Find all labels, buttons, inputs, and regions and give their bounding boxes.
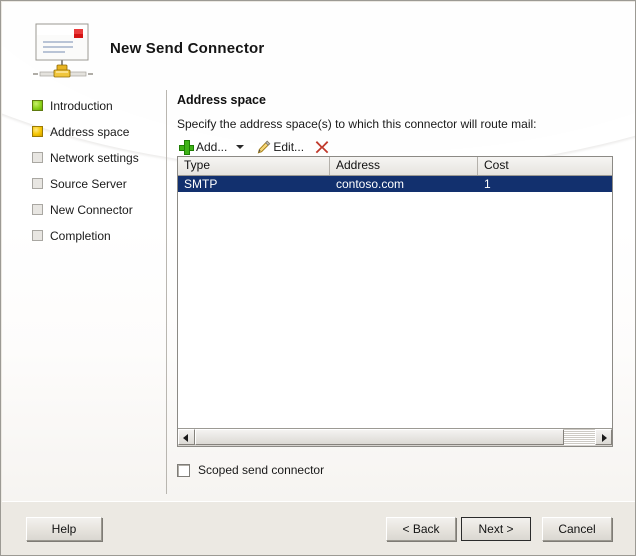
sidebar-item-network-settings[interactable]: Network settings — [32, 149, 139, 166]
scoped-send-connector-label: Scoped send connector — [198, 463, 325, 477]
chevron-down-icon[interactable] — [234, 137, 246, 157]
status-amber-square-icon — [32, 126, 43, 137]
section-title: Address space — [177, 93, 266, 107]
sidebar-item-label: Introduction — [50, 98, 113, 113]
red-x-icon[interactable] — [314, 139, 330, 155]
wizard-upper-panel: New Send Connector Introduction Address … — [2, 2, 635, 501]
sidebar-item-new-connector[interactable]: New Connector — [32, 201, 133, 218]
new-send-connector-wizard: New Send Connector Introduction Address … — [0, 0, 636, 556]
sidebar-item-address-space[interactable]: Address space — [32, 123, 129, 140]
column-header-cost[interactable]: Cost — [478, 157, 612, 175]
status-empty-square-icon — [32, 204, 43, 215]
sidebar-item-label: Address space — [50, 124, 130, 139]
sidebar-item-label: Network settings — [50, 150, 139, 165]
scoped-send-connector-checkbox[interactable] — [177, 463, 190, 477]
sidebar-divider — [166, 90, 167, 494]
page-title: New Send Connector — [110, 40, 265, 57]
sidebar-item-completion[interactable]: Completion — [32, 227, 111, 244]
send-connector-icon — [32, 22, 94, 82]
scrollbar-thumb[interactable] — [195, 429, 564, 445]
status-green-square-icon — [32, 100, 43, 111]
status-empty-square-icon — [32, 230, 43, 241]
edit-button-label: Edit... — [273, 140, 305, 154]
wizard-footer: Help < Back Next > Cancel — [2, 501, 635, 555]
scroll-right-arrow-icon[interactable] — [595, 429, 612, 445]
sidebar-item-label: Source Server — [50, 176, 127, 191]
help-button[interactable]: Help — [26, 517, 102, 541]
green-plus-icon — [179, 139, 194, 155]
edit-button[interactable]: Edit... — [254, 137, 306, 157]
scroll-left-arrow-icon[interactable] — [178, 429, 195, 445]
instruction-text: Specify the address space(s) to which th… — [177, 117, 537, 131]
status-empty-square-icon — [32, 152, 43, 163]
address-space-toolbar: Add... Edit... — [177, 136, 330, 158]
back-button[interactable]: < Back — [386, 517, 456, 541]
cancel-button[interactable]: Cancel — [542, 517, 612, 541]
pencil-icon — [256, 140, 271, 155]
wizard-steps-sidebar: Introduction Address space Network setti… — [2, 90, 166, 494]
column-header-address[interactable]: Address — [330, 157, 478, 175]
cell-cost: 1 — [484, 177, 491, 191]
sidebar-item-label: Completion — [50, 228, 111, 243]
sidebar-item-label: New Connector — [50, 202, 133, 217]
status-empty-square-icon — [32, 178, 43, 189]
table-row[interactable]: SMTP contoso.com 1 — [178, 176, 612, 192]
add-button-label: Add... — [196, 140, 228, 154]
address-space-list[interactable]: Type Address Cost SMTP contoso.com 1 — [177, 156, 613, 447]
scoped-send-connector-row[interactable]: Scoped send connector — [177, 462, 324, 478]
scrollbar-track[interactable] — [195, 429, 595, 445]
cell-type: SMTP — [184, 177, 218, 191]
horizontal-scrollbar[interactable] — [178, 428, 612, 446]
column-header-type[interactable]: Type — [178, 157, 330, 175]
add-button[interactable]: Add... — [177, 137, 229, 157]
wizard-header: New Send Connector — [2, 2, 635, 90]
table-header-row: Type Address Cost — [178, 157, 612, 176]
next-button[interactable]: Next > — [461, 517, 531, 541]
sidebar-item-source-server[interactable]: Source Server — [32, 175, 127, 192]
sidebar-item-introduction[interactable]: Introduction — [32, 97, 113, 114]
cell-address: contoso.com — [336, 177, 405, 191]
